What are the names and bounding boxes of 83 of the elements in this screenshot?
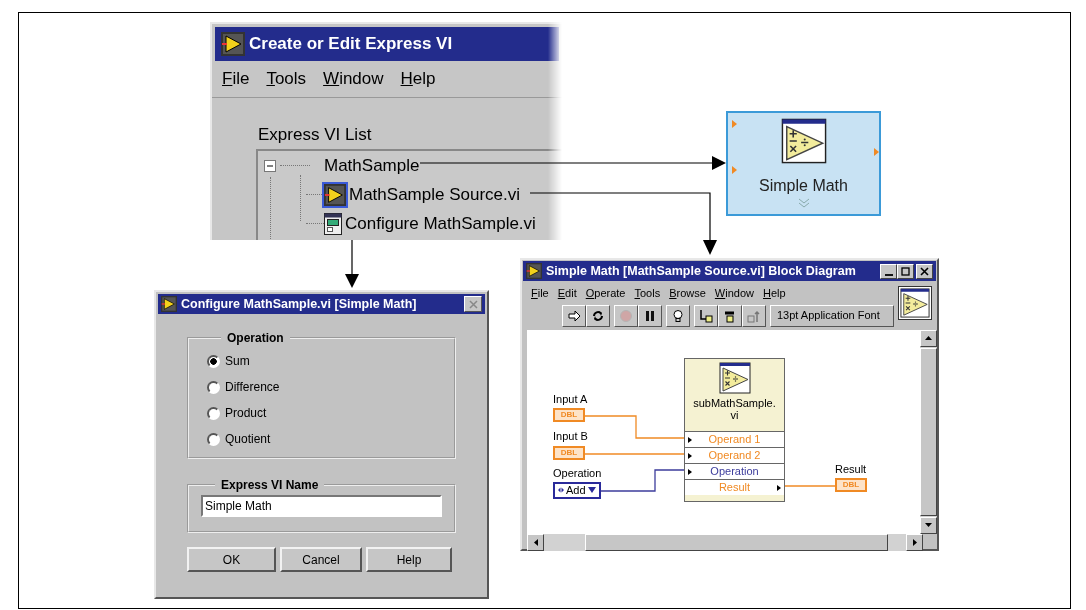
radio-label[interactable]: Quotient [225,430,271,448]
menu-item[interactable]: File [531,285,549,302]
radio-button[interactable] [207,354,220,368]
radio-button[interactable] [207,432,220,446]
math-icon [780,118,827,164]
close-icon [468,299,478,309]
window-title: Configure MathSample.vi [Simple Math] [181,295,417,313]
chevron-down-icon [797,198,810,208]
list-label: Express VI List [258,123,373,146]
dropdown-arrow-icon [587,487,596,493]
step-out-icon [747,308,761,323]
group-label: Operation [226,332,285,344]
radio-label[interactable]: Difference [225,378,280,396]
scroll-down-button[interactable] [920,516,937,534]
dialog-button[interactable]: OK [187,547,276,572]
highlight-execution-button[interactable] [666,304,690,327]
window-title: Create or Edit Express VI [249,33,453,56]
pause-icon [643,308,657,323]
tree-item[interactable]: MathSample [324,152,420,179]
indicator-label: Result [835,463,867,475]
menu-item[interactable]: Browse [669,285,706,302]
minimize-button[interactable] [880,263,897,279]
radio-label[interactable]: Sum [225,352,250,370]
terminal-label: Operand 1 [685,430,784,447]
group-label: Express VI Name [220,479,320,491]
right-arrow-icon [912,538,917,546]
step-into-button[interactable] [694,304,718,327]
radio-button[interactable] [207,380,220,394]
down-arrow-icon [925,523,932,527]
menu-item[interactable]: Edit [557,285,577,302]
circular-arrows-icon [591,308,605,323]
minimize-icon [884,273,893,276]
increment-arrows-icon [558,487,564,493]
node-label: subMathSample.vi [692,396,777,422]
menu-item[interactable]: Tools [634,285,661,302]
control-label: Input A [553,393,588,405]
tree-item[interactable]: Configure MathSample.vi [345,210,536,237]
dialog-button[interactable]: Help [366,547,452,572]
step-into-icon [699,308,713,323]
app-icon [526,263,542,279]
font-selector[interactable]: 13pt Application Font [770,304,894,327]
arrow [345,239,359,288]
maximize-icon [901,266,910,276]
menu-item[interactable]: Window [323,66,384,92]
menu-item[interactable]: Operate [585,285,626,302]
close-button[interactable] [916,263,933,279]
arrow-icon [567,308,581,323]
window-title: Simple Math [MathSample Source.vi] Block Diagram [546,262,856,280]
dialog-button[interactable]: Cancel [280,547,362,572]
menu-item[interactable]: File [222,66,250,92]
vertical-scrollbar[interactable] [920,329,937,534]
tree-item[interactable]: MathSample Source.vi [349,181,521,208]
left-arrow-icon [533,538,538,546]
name-field[interactable]: Simple Math [201,495,442,517]
up-arrow-icon [925,336,932,340]
stop-icon [619,308,633,323]
maximize-button[interactable] [897,263,914,279]
menu-item[interactable]: Help [763,285,786,302]
subvi-node[interactable]: subMathSample.vi Operand 1 Operand 2 Operation Result [684,357,785,502]
radio-label[interactable]: Product [225,404,267,422]
node-label: Simple Math [759,176,848,196]
step-over-button[interactable] [718,304,742,327]
app-icon [221,32,245,56]
numeric-indicator: DBL [835,477,867,492]
menu-item[interactable]: Tools [266,66,307,92]
enum-control[interactable]: Add [553,481,601,499]
run-continuously-button[interactable] [586,304,610,327]
control-label: Operation [553,467,602,479]
app-icon [161,296,177,312]
run-button[interactable] [562,304,586,327]
menu-item[interactable]: Window [714,285,754,302]
control-label: Input B [553,430,588,442]
enum-value: Add [566,482,586,498]
close-button[interactable] [464,296,482,312]
express-vi-node[interactable]: Simple Math [726,111,881,216]
wire [784,484,836,487]
radio-button[interactable] [207,406,220,420]
math-icon [718,361,751,394]
pause-button[interactable] [638,304,662,327]
menu-item[interactable]: Help [400,66,436,92]
close-icon [920,266,929,276]
scroll-up-button[interactable] [920,329,937,347]
light-bulb-icon [671,308,685,323]
